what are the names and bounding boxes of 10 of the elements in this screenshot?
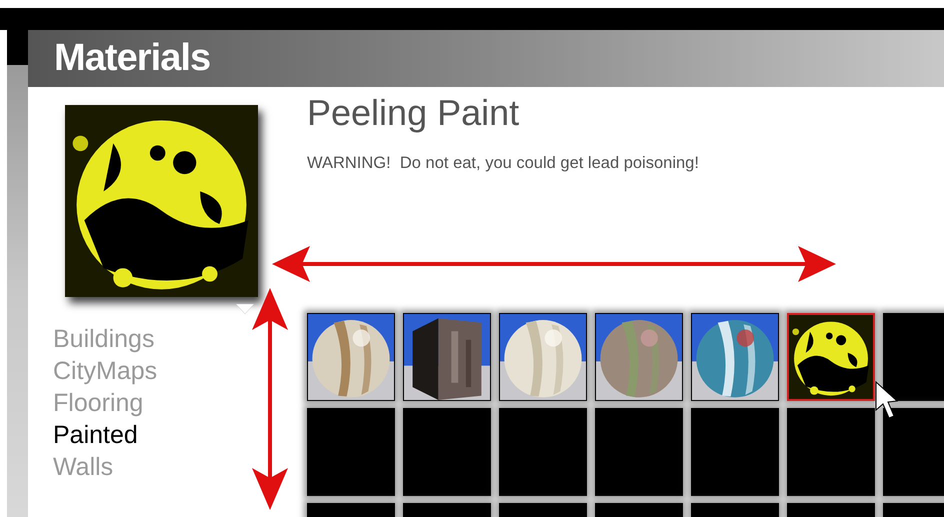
window-title: Materials bbox=[54, 36, 210, 81]
category-item[interactable]: Painted bbox=[53, 419, 138, 451]
category-item[interactable]: Flooring bbox=[53, 387, 144, 419]
category-item[interactable]: Buildings bbox=[53, 323, 154, 355]
pointer-triangle-icon bbox=[236, 304, 254, 314]
category-item[interactable]: Walls bbox=[53, 451, 114, 483]
category-item[interactable]: CityMaps bbox=[53, 355, 158, 387]
cursor-icon bbox=[876, 380, 898, 419]
material-description: WARNING! Do not eat, you could get lead poisoning! bbox=[307, 153, 700, 174]
material-name: Peeling Paint bbox=[307, 91, 520, 135]
